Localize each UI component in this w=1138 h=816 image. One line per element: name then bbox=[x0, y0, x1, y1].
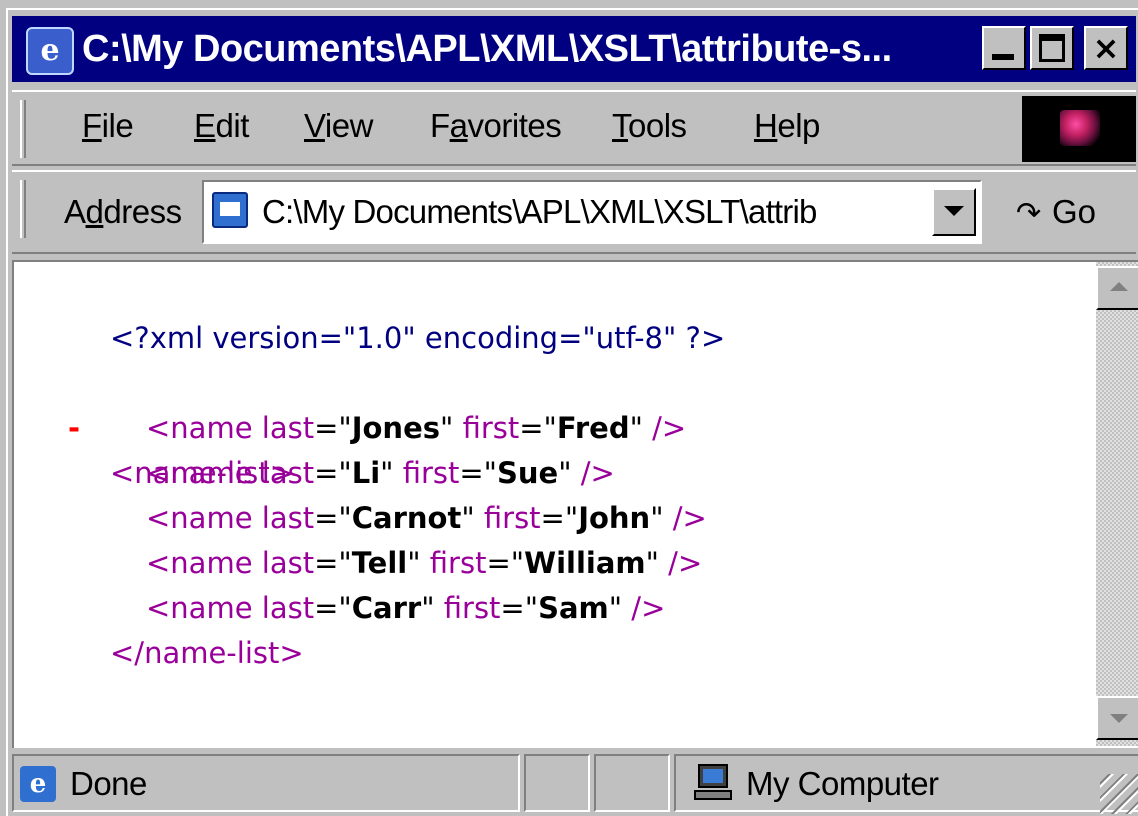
my-computer-icon bbox=[694, 764, 734, 802]
minimize-button[interactable] bbox=[982, 26, 1026, 70]
menu-edit[interactable]: Edit bbox=[194, 106, 249, 146]
page-icon bbox=[212, 192, 248, 228]
scroll-down-button[interactable] bbox=[1096, 696, 1138, 740]
title-bar[interactable]: e C:\My Documents\APL\XML\XSLT\attribute… bbox=[12, 16, 1136, 82]
menu-favorites[interactable]: Favorites bbox=[430, 106, 562, 146]
status-panel: e Done bbox=[12, 754, 520, 812]
close-button[interactable]: × bbox=[1084, 26, 1128, 70]
menu-view[interactable]: View bbox=[304, 106, 373, 146]
menu-help[interactable]: Help bbox=[754, 106, 820, 146]
xml-element-row: <name last="Li" first="Sue" /> bbox=[146, 456, 615, 490]
address-dropdown-button[interactable] bbox=[932, 188, 976, 236]
xml-element-row: <name last="Tell" first="William" /> bbox=[146, 546, 703, 580]
vertical-scrollbar[interactable] bbox=[1096, 262, 1138, 746]
windows-logo-icon bbox=[1022, 96, 1136, 162]
xml-element-row: <name last="Jones" first="Fred" /> bbox=[146, 411, 687, 445]
go-arrow-icon: ↷ bbox=[1016, 196, 1042, 231]
internet-explorer-icon: e bbox=[26, 27, 74, 75]
status-panel-empty bbox=[524, 754, 590, 812]
toolbar-grip[interactable] bbox=[20, 100, 26, 158]
go-button[interactable]: ↷ Go bbox=[1016, 190, 1096, 234]
status-bar: e Done My Computer bbox=[12, 754, 1138, 816]
xml-element-row: <name last="Carnot" first="John" /> bbox=[146, 501, 707, 535]
address-label: Address bbox=[64, 193, 182, 230]
window-title: C:\My Documents\APL\XML\XSLT\attribute-s… bbox=[82, 28, 892, 70]
page-done-icon: e bbox=[20, 766, 56, 802]
menu-tools[interactable]: Tools bbox=[612, 106, 687, 146]
close-icon: × bbox=[1092, 29, 1120, 67]
document-view[interactable]: <?xml version="1.0" encoding="utf-8" ?> … bbox=[12, 260, 1138, 748]
resize-grip[interactable] bbox=[1100, 774, 1138, 814]
xml-root-close: </name-list> bbox=[110, 636, 304, 670]
address-bar: Address C:\My Documents\APL\XML\XSLT\att… bbox=[12, 170, 1136, 254]
xml-declaration: <?xml version="1.0" encoding="utf-8" ?> bbox=[110, 321, 726, 355]
security-zone: My Computer bbox=[746, 765, 939, 802]
browser-window: e C:\My Documents\APL\XML\XSLT\attribute… bbox=[6, 8, 1138, 816]
address-input[interactable]: C:\My Documents\APL\XML\XSLT\attrib bbox=[202, 180, 982, 244]
scroll-up-button[interactable] bbox=[1096, 266, 1138, 310]
xml-root-open: - <name-list> bbox=[14, 361, 1084, 490]
menu-bar: File Edit View Favorites Tools Help bbox=[12, 90, 1136, 166]
menu-file[interactable]: File bbox=[82, 106, 134, 146]
zone-panel: My Computer bbox=[674, 754, 1138, 812]
maximize-button[interactable] bbox=[1030, 26, 1074, 70]
status-panel-empty bbox=[594, 754, 670, 812]
toolbar-grip[interactable] bbox=[20, 180, 26, 238]
xml-element-row: <name last="Carr" first="Sam" /> bbox=[146, 591, 666, 625]
status-text: Done bbox=[70, 765, 147, 802]
xml-tree: <?xml version="1.0" encoding="utf-8" ?> … bbox=[14, 316, 1084, 676]
address-value: C:\My Documents\APL\XML\XSLT\attrib bbox=[262, 193, 817, 230]
